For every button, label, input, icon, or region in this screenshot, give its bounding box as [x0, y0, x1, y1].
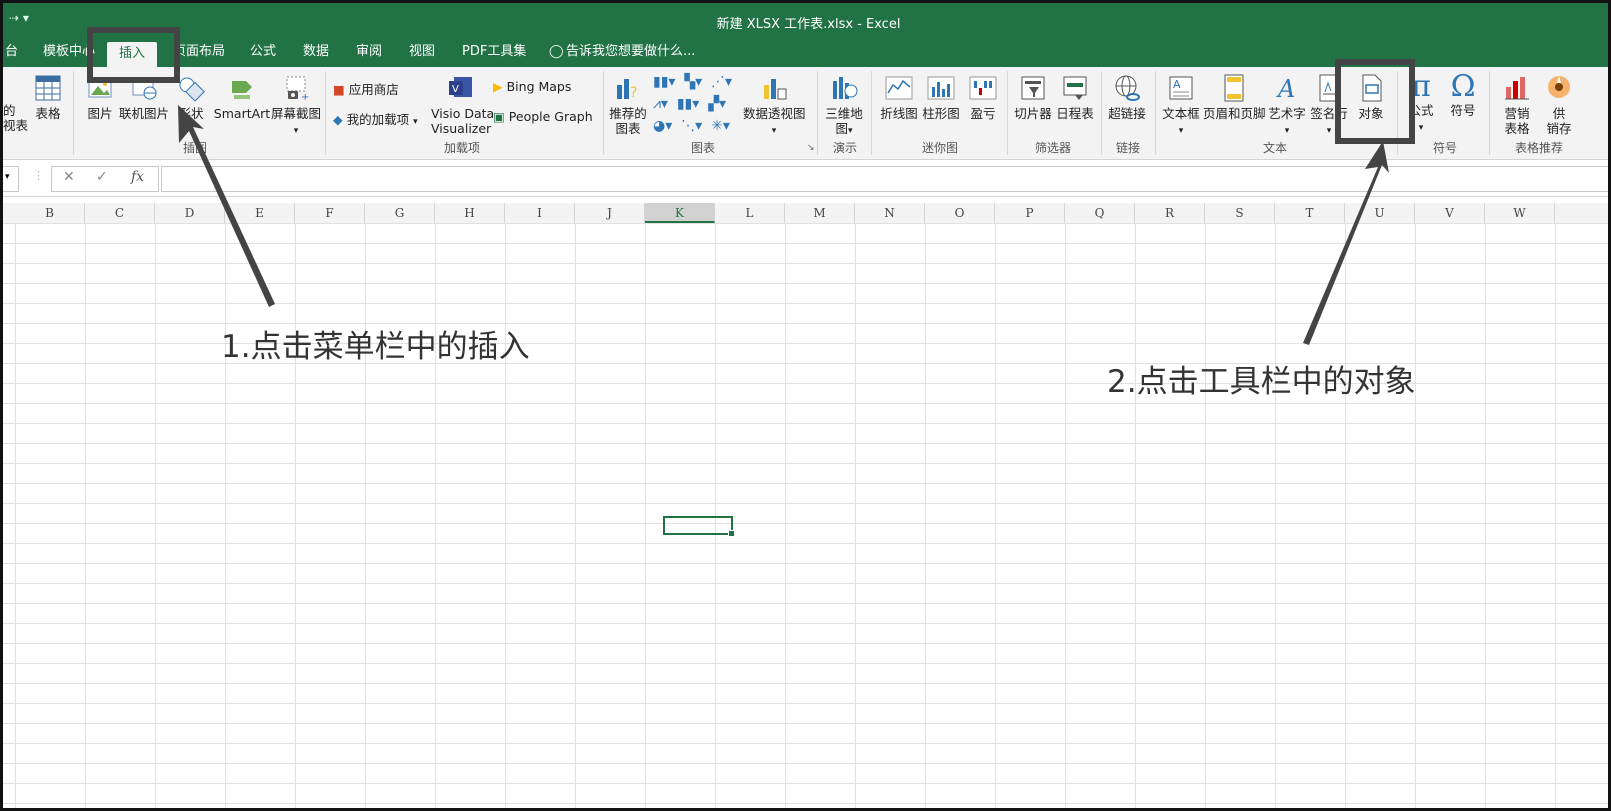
arrow-to-object-icon: [1303, 141, 1389, 345]
excel-window: ⇢ ▾ 新建 XLSX 工作表.xlsx - Excel 台 模板中心 插入 页…: [0, 0, 1611, 811]
annotation-step2: 2.点击工具栏中的对象: [1107, 364, 1416, 400]
annotation-step1: 1.点击菜单栏中的插入: [221, 329, 530, 365]
arrow-to-insert-icon: [178, 105, 275, 307]
annotation-arrows: [178, 105, 1389, 345]
